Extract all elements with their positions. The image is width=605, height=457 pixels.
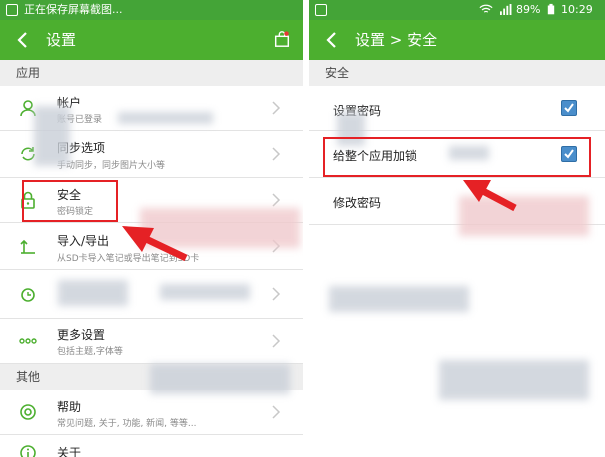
chevron-right-icon — [272, 101, 281, 115]
settings-item-subtitle: 手动同步，同步图片大小等 — [57, 161, 166, 171]
settings-item-subtitle: 包括主题,字体等 — [57, 347, 123, 357]
back-arrow-icon[interactable] — [12, 29, 34, 51]
settings-item-help[interactable]: 帮助 常见问题, 关于, 功能, 新闻, 等等... — [0, 390, 303, 435]
chevron-right-icon — [272, 147, 281, 161]
chevron-right-icon — [272, 193, 281, 207]
settings-screen: 正在保存屏幕截图... 设置 应用 帐户 账号已登录 同步选项 手动同步，同步图… — [0, 0, 303, 457]
wifi-icon — [479, 4, 493, 13]
back-arrow-icon[interactable] — [321, 29, 343, 51]
signal-icon — [500, 4, 512, 15]
settings-item-hidden[interactable] — [0, 270, 303, 319]
chevron-right-icon — [272, 287, 281, 301]
info-icon — [20, 445, 36, 457]
section-header-security: 安全 — [309, 60, 605, 86]
option-label: 修改密码 — [333, 196, 382, 210]
battery-icon — [547, 3, 555, 15]
app-bar: 设置 > 安全 — [309, 20, 605, 60]
screenshot-icon — [6, 4, 18, 16]
chevron-right-icon — [272, 405, 281, 419]
status-text: 正在保存屏幕截图... — [24, 3, 123, 16]
settings-item-about[interactable]: 关于 — [0, 435, 303, 457]
more-dots-icon — [19, 338, 37, 344]
breadcrumb-title: 设置 > 安全 — [355, 31, 438, 49]
privacy-blur — [118, 112, 213, 124]
settings-item-title: 关于 — [57, 446, 82, 457]
alarm-icon — [21, 288, 35, 302]
chevron-right-icon — [272, 334, 281, 348]
page-title: 设置 — [46, 31, 77, 49]
status-bar: 正在保存屏幕截图... — [0, 0, 303, 20]
status-bar: 89% 10:29 — [309, 0, 605, 20]
section-header-app: 应用 — [0, 60, 303, 86]
settings-item-title: 导入/导出 — [57, 234, 110, 248]
privacy-blur — [439, 360, 589, 400]
privacy-blur — [58, 280, 128, 306]
app-bar: 设置 — [0, 20, 303, 60]
checkbox-checked[interactable] — [561, 100, 577, 116]
highlight-box — [323, 137, 591, 177]
empty-area — [309, 225, 605, 457]
settings-item-subtitle: 常见问题, 关于, 功能, 新闻, 等等... — [57, 419, 197, 429]
red-arrow-icon — [463, 180, 517, 212]
security-settings-screen: 89% 10:29 设置 > 安全 安全 设置密码 给整个应用加锁 修改密码 — [309, 0, 605, 457]
help-lifebuoy-icon — [20, 404, 36, 420]
privacy-blur — [329, 286, 469, 312]
settings-item-more[interactable]: 更多设置 包括主题,字体等 — [0, 319, 303, 364]
clock: 10:29 — [561, 3, 593, 16]
privacy-blur — [150, 364, 290, 394]
shop-bag-icon[interactable] — [273, 30, 291, 48]
settings-item-title: 帮助 — [57, 400, 82, 414]
import-export-icon — [20, 239, 35, 254]
screenshot-icon — [315, 4, 327, 16]
red-arrow-icon — [122, 226, 188, 262]
highlight-box — [22, 180, 118, 222]
privacy-blur — [34, 106, 70, 166]
battery-percent: 89% — [516, 3, 541, 16]
privacy-blur — [160, 284, 250, 300]
settings-item-title: 更多设置 — [57, 328, 106, 342]
